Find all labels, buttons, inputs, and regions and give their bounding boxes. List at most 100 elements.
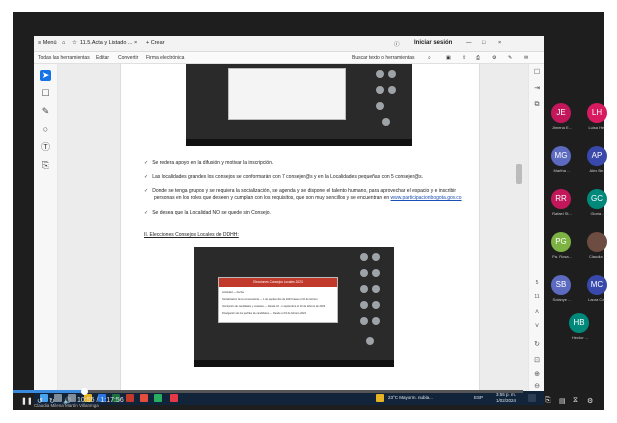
- chevron-up-icon[interactable]: ˄: [532, 308, 542, 318]
- minimize-button[interactable]: —: [466, 40, 472, 46]
- participant-name: Pa. Rosa...: [552, 254, 572, 259]
- table-row: Socialización de la convocatoria — 1 de …: [222, 298, 318, 301]
- participant-tile[interactable]: MG Martha ...: [544, 143, 580, 179]
- lasso-tool-icon[interactable]: ○: [40, 124, 51, 135]
- participant-tile[interactable]: AP Alex Be...: [580, 143, 616, 179]
- cursor-tool-icon[interactable]: ➤: [40, 70, 51, 81]
- zoom-in-icon[interactable]: ⊕: [532, 370, 542, 380]
- tab-title[interactable]: 11.5.Acta y Listado ...: [80, 40, 132, 46]
- new-tab-button[interactable]: + Crear: [146, 40, 165, 46]
- edit-menu[interactable]: Editar: [96, 55, 109, 61]
- refresh-icon[interactable]: ↻: [532, 340, 542, 350]
- participant-name: Claudia ...: [588, 254, 607, 259]
- maximize-button[interactable]: □: [482, 40, 485, 46]
- close-button[interactable]: ×: [498, 40, 501, 46]
- participant-dot: [360, 253, 368, 261]
- avatar: MG: [551, 146, 571, 166]
- embedded-screenshot-bottom: Elecciones Consejos Locales 2023 Activid…: [194, 247, 394, 367]
- participant-dot: [372, 317, 380, 325]
- participants-panel: JE Jimena E... LH Luisa He... MG Martha ... AP…: [544, 100, 617, 340]
- menu-button[interactable]: ≡ Menú: [38, 40, 57, 46]
- comments-icon[interactable]: ☐: [532, 68, 542, 78]
- fit-page-icon[interactable]: ⊡: [532, 356, 542, 366]
- all-tools-menu[interactable]: Todas las herramientas: [38, 55, 90, 61]
- participant-tile[interactable]: LH Luisa He...: [580, 100, 616, 136]
- participant-tile[interactable]: JE Jimena E...: [544, 100, 580, 136]
- stamp-tool-icon[interactable]: ⎘: [40, 160, 51, 171]
- print-icon[interactable]: ⎙: [476, 55, 480, 61]
- avatar: HB: [569, 313, 589, 333]
- right-tool-rail: ☐ ⇥ ⧉ 5 11 ˄ ˅ ↻ ⊡ ⊕ ⊖: [528, 64, 544, 391]
- share-icon[interactable]: ⇪: [462, 55, 466, 61]
- participant-name: Martha ...: [553, 168, 571, 173]
- home-icon[interactable]: ⌂: [62, 40, 65, 46]
- participant-tile[interactable]: PG Pa. Rosa...: [544, 229, 580, 265]
- text-tool-icon[interactable]: Ⓣ: [40, 142, 51, 153]
- current-page[interactable]: 5: [532, 278, 542, 288]
- participant-tile[interactable]: MC Laura Ca...: [580, 272, 616, 308]
- participant-dot: [360, 317, 368, 325]
- bullet-3: ✓ Donde se tenga grupos y se requiera la …: [144, 188, 456, 194]
- participant-dot: [376, 70, 384, 78]
- shared-screen: ≡ Menú ⌂ ☆ 11.5.Acta y Listado ... × + C…: [34, 36, 544, 405]
- participant-dot: [360, 301, 368, 309]
- participant-tile[interactable]: GC Gloria ...: [580, 186, 616, 222]
- participant-dot: [372, 301, 380, 309]
- participant-name: Alex Be...: [589, 168, 607, 173]
- participant-dot: [372, 269, 380, 277]
- tab-close-icon[interactable]: ×: [134, 40, 137, 46]
- screen-share-frame: ≡ Menú ⌂ ☆ 11.5.Acta y Listado ... × + C…: [13, 12, 608, 410]
- avatar: LH: [587, 103, 607, 123]
- participant-tile[interactable]: RR Rafael St...: [544, 186, 580, 222]
- table-row: Divulgación de los perfiles de candidato…: [222, 312, 306, 315]
- left-tool-rail: ➤ ☐ ✎ ○ Ⓣ ⎘: [34, 64, 58, 391]
- settings-icon[interactable]: ⚙: [587, 397, 593, 405]
- convert-menu[interactable]: Convertir: [118, 55, 138, 61]
- browser-titlebar: ≡ Menú ⌂ ☆ 11.5.Acta y Listado ... × + C…: [34, 36, 544, 52]
- help-icon[interactable]: ⓘ: [394, 40, 400, 48]
- sign-menu[interactable]: Firma electrónica: [146, 55, 184, 61]
- participant-dot: [366, 337, 374, 345]
- pause-icon[interactable]: ❚❚: [21, 397, 33, 405]
- document-scrollbar[interactable]: [516, 164, 522, 184]
- settings-icon[interactable]: ⚙: [492, 55, 496, 61]
- export-icon[interactable]: ⇥: [532, 84, 542, 94]
- participant-dot: [360, 269, 368, 277]
- bullet-1: ✓ Se redera apoyo en la difusión y motiva…: [144, 160, 274, 166]
- embedded-taskbar: [194, 360, 394, 367]
- embedded-screenshot-top: [186, 64, 412, 146]
- participant-dot: [382, 118, 390, 126]
- participant-dot: [388, 86, 396, 94]
- avatar: MC: [587, 275, 607, 295]
- quality-icon[interactable]: ▤: [559, 397, 566, 405]
- chevron-down-icon[interactable]: ˅: [532, 322, 542, 332]
- comment-tool-icon[interactable]: ☐: [40, 88, 51, 99]
- avatar: [587, 232, 607, 252]
- embedded-window: [228, 68, 346, 120]
- player-controls: ❚❚ ↺ ↻ 🔊 10:55 / 1:17:56 ⎘ ▤ ⧖ ⚙: [13, 393, 604, 410]
- pen-icon[interactable]: ✎: [508, 55, 512, 61]
- save-icon[interactable]: ▣: [446, 55, 451, 61]
- participation-link[interactable]: www.participacionbogota.gov.co: [391, 195, 462, 201]
- table-header: Elecciones Consejos Locales 2023: [219, 278, 337, 287]
- participant-name: Solanye ...: [552, 297, 572, 302]
- participant-tile[interactable]: HB Hector ...: [562, 310, 598, 346]
- captions-icon[interactable]: ⎘: [545, 397, 551, 405]
- search-tools-button[interactable]: Buscar texto o herramientas: [352, 55, 415, 61]
- star-icon[interactable]: ☆: [72, 40, 77, 46]
- participant-tile[interactable]: Claudia ...: [580, 229, 616, 265]
- speaker-caption: Claudia Milena Martín Villanmga: [34, 403, 99, 408]
- participant-tile[interactable]: SB Solanye ...: [544, 272, 580, 308]
- mail-icon[interactable]: ✉: [524, 55, 528, 61]
- pages-icon[interactable]: ⧉: [532, 100, 542, 110]
- participant-dot: [388, 70, 396, 78]
- signin-button[interactable]: Iniciar sesión: [414, 40, 452, 46]
- bullet-3-continued: personas en los roles que deseen y cumpl…: [154, 195, 462, 201]
- participant-name: Jimena E...: [551, 125, 572, 130]
- pen-tool-icon[interactable]: ✎: [40, 106, 51, 117]
- document-viewport[interactable]: ✓ Se redera apoyo en la difusión y motiva…: [58, 64, 528, 391]
- participant-name: Gloria ...: [590, 211, 606, 216]
- search-icon[interactable]: ⌕: [428, 55, 431, 61]
- bullet-4: ✓ Se desea que la Localidad NO se quede s…: [144, 210, 271, 216]
- speed-icon[interactable]: ⧖: [573, 397, 578, 405]
